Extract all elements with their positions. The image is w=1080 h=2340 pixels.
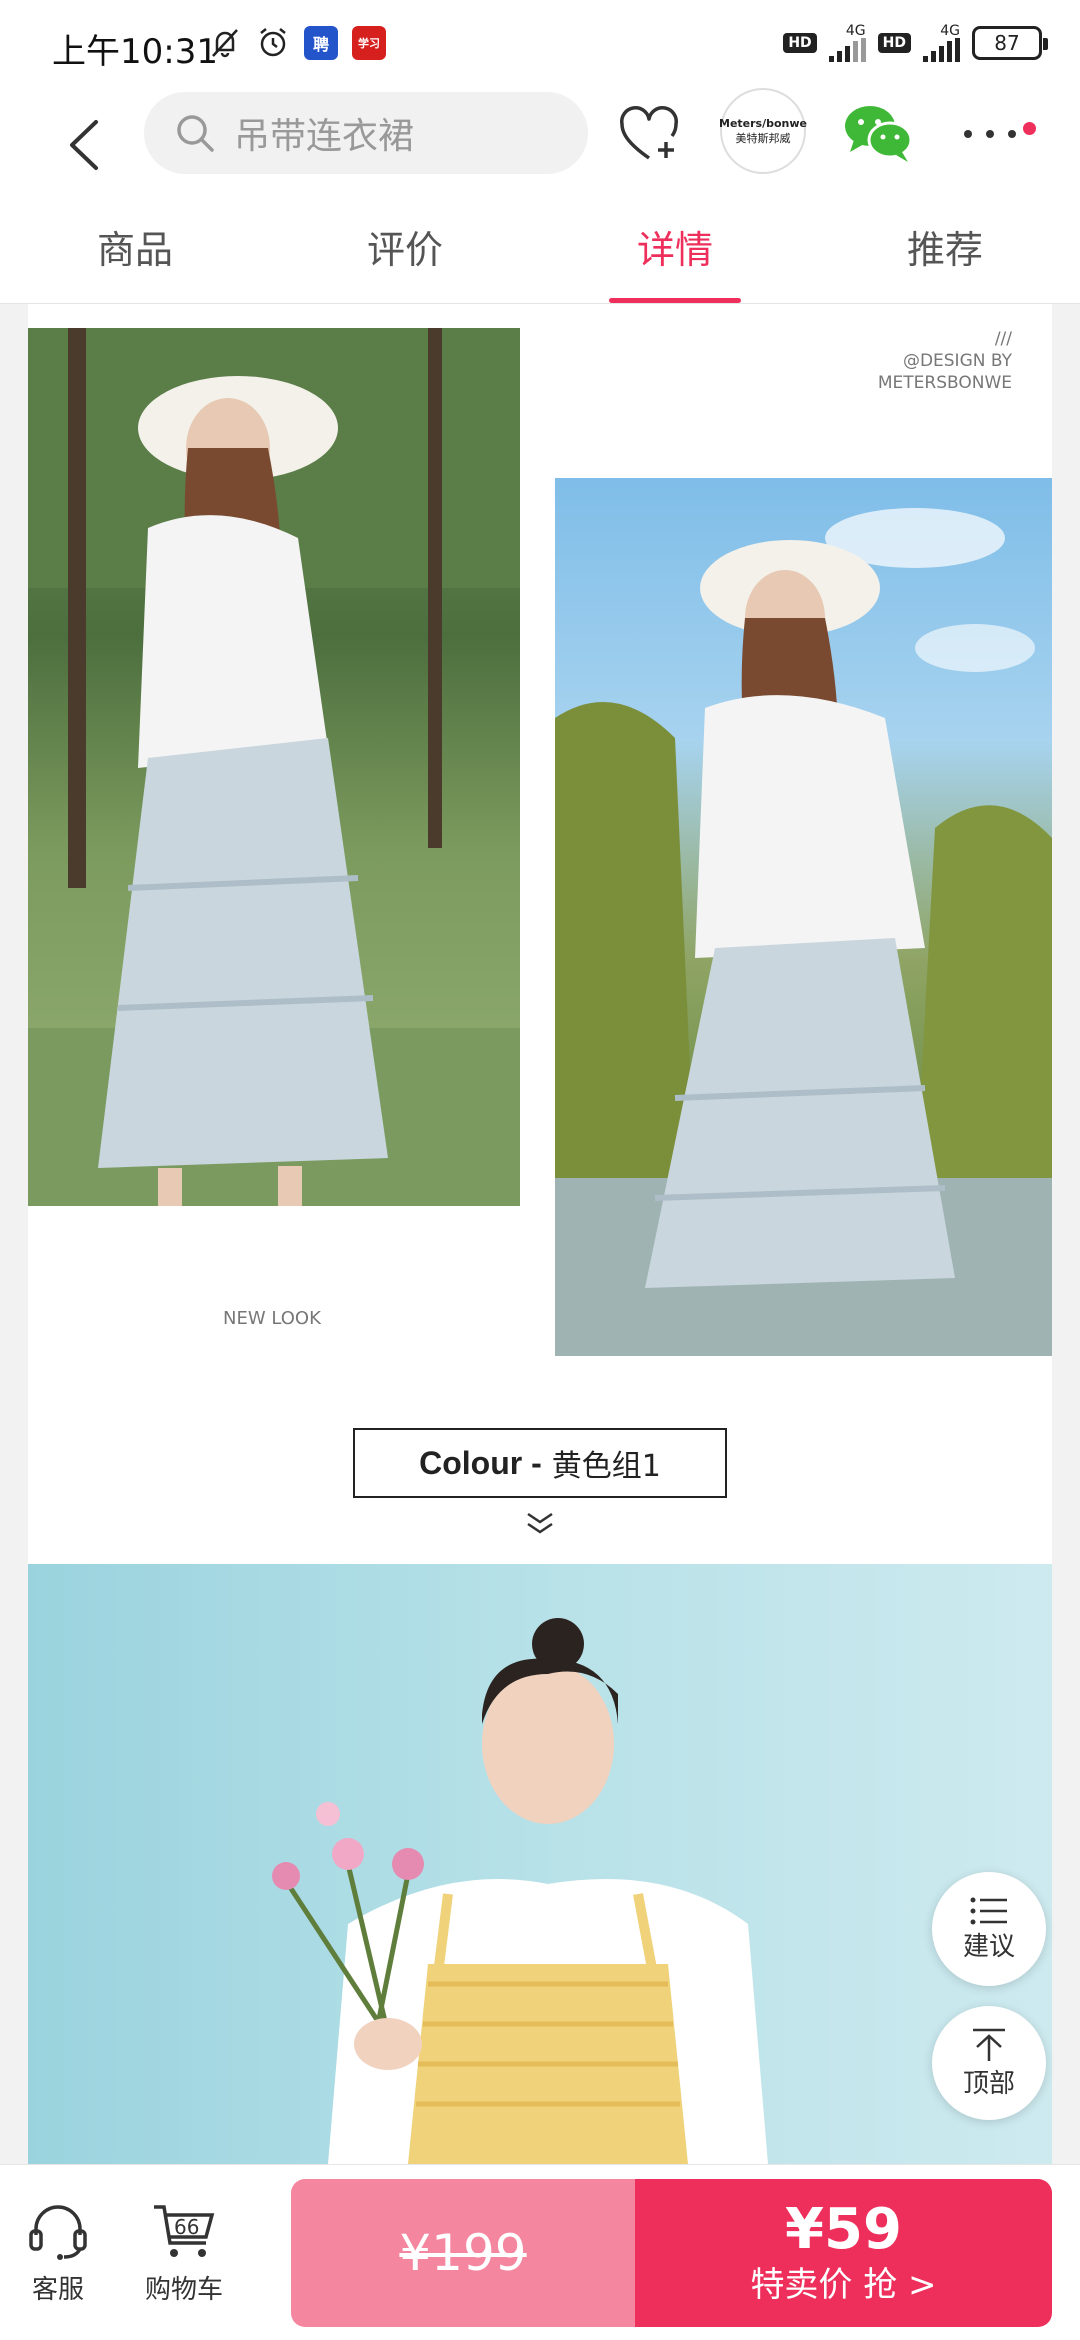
- brand-store-avatar[interactable]: Meters/bonwe 美特斯邦威: [719, 88, 807, 174]
- service-label: 客服: [31, 2275, 84, 2305]
- original-price-button[interactable]: ¥199: [291, 2179, 635, 2327]
- tab-reviews[interactable]: 评价: [270, 200, 540, 303]
- hd-badge-2: HD: [877, 33, 911, 53]
- tab-details[interactable]: 详情: [540, 200, 810, 303]
- brand-name-cn: 美特斯邦威: [735, 131, 791, 145]
- sale-label: 特卖价 抢 >: [750, 2265, 937, 2305]
- customer-service-button[interactable]: 客服: [8, 2201, 108, 2306]
- hd-badge: HD: [783, 33, 817, 53]
- product-photo-model-lake: [555, 478, 1052, 1356]
- top-label: 顶部: [962, 2068, 1015, 2099]
- cart-label: 购物车: [144, 2275, 223, 2305]
- chevron-double-down-icon: [527, 1512, 553, 1534]
- photo-illustration: [555, 508, 1052, 1356]
- headset-icon: [29, 2205, 87, 2260]
- status-right: HD 4G HD 4G 87: [783, 24, 1048, 62]
- battery-level: 87: [994, 31, 1020, 55]
- status-time: 上午10:31: [52, 32, 218, 72]
- product-photo-yellow-dress: [28, 1564, 1052, 2164]
- arrow-up-icon: [973, 2028, 1005, 2061]
- tab-product[interactable]: 商品: [0, 200, 270, 303]
- product-photo-model-forest: [28, 328, 520, 1206]
- search-placeholder: 吊带连衣裙: [234, 116, 415, 157]
- signal-1: 4G: [828, 24, 866, 62]
- wechat-share-icon[interactable]: [842, 102, 914, 164]
- colour-section-title: Colour - 黄色组1: [353, 1428, 727, 1498]
- colour-label-en: Colour -: [419, 1444, 542, 1481]
- list-icon: [970, 1897, 1007, 1924]
- signal-bars-icon: [828, 38, 866, 62]
- detail-tabs: 商品 评价 详情 推荐: [0, 200, 1080, 304]
- status-bar: 上午10:31 聘 学习 HD 4G HD 4G 87: [0, 0, 1080, 92]
- favorite-add-icon[interactable]: [614, 100, 684, 170]
- flash-sale-buy-button[interactable]: ¥59 特卖价 抢 >: [635, 2179, 1052, 2327]
- tab-recommend[interactable]: 推荐: [810, 200, 1080, 303]
- photo-illustration: [28, 328, 520, 1206]
- signal-2: 4G: [923, 24, 960, 62]
- more-icon: [964, 130, 1016, 138]
- cart-button[interactable]: 66 购物车: [134, 2201, 234, 2306]
- battery-icon: 87: [972, 26, 1048, 60]
- design-watermark: /// @DESIGN BY METERSBONWE: [877, 329, 1012, 393]
- product-detail-content: /// @DESIGN BY METERSBONWE NEW LOOK Colo…: [28, 304, 1052, 2164]
- notification-dot: [1023, 122, 1036, 135]
- recruit-app-icon: 聘: [304, 26, 338, 60]
- original-price: ¥199: [399, 2224, 527, 2282]
- alarm-icon: [260, 28, 286, 57]
- search-icon: [177, 115, 214, 152]
- colour-label-cn: 黄色组1: [551, 1449, 661, 1484]
- cart-count: 66: [174, 2215, 200, 2239]
- header: 吊带连衣裙 Meters/bonwe 美特斯邦威: [0, 88, 1080, 200]
- photo-illustration: [272, 1618, 768, 2164]
- suggest-button[interactable]: 建议: [932, 1872, 1046, 1986]
- search-input[interactable]: 吊带连衣裙: [144, 92, 588, 174]
- status-icons-left: 聘 学习: [208, 26, 386, 60]
- signal-bars-icon: [923, 38, 960, 62]
- bottom-action-bar: 客服 66 购物车 ¥199 ¥59 特卖价 抢 >: [0, 2164, 1080, 2340]
- back-icon[interactable]: [58, 110, 118, 180]
- sale-price: ¥59: [785, 2197, 902, 2262]
- more-menu-button[interactable]: [960, 112, 1050, 152]
- bell-muted-icon: [212, 29, 238, 58]
- new-look-caption: NEW LOOK: [223, 1308, 321, 1329]
- brand-name-en: Meters/bonwe: [719, 116, 807, 130]
- study-app-icon: 学习: [352, 26, 386, 60]
- back-to-top-button[interactable]: 顶部: [932, 2006, 1046, 2120]
- suggest-label: 建议: [962, 1931, 1015, 1962]
- purchase-buttons: ¥199 ¥59 特卖价 抢 >: [291, 2179, 1052, 2327]
